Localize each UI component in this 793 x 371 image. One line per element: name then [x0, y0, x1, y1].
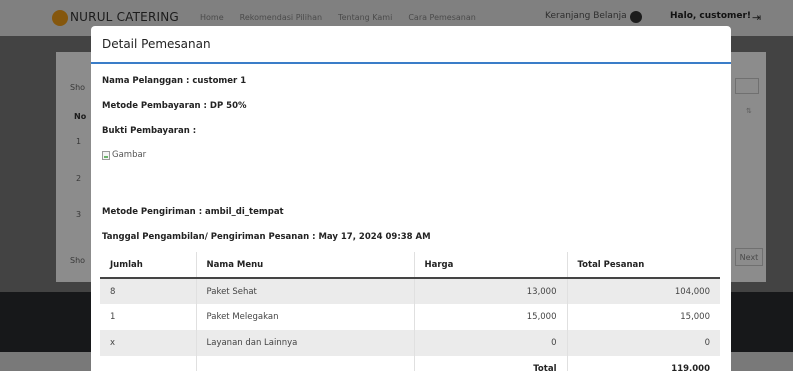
- payment-method: Metode Pembayaran : DP 50%: [102, 101, 247, 111]
- cell-total: 104,000: [566, 278, 720, 304]
- customer-name: Nama Pelanggan : customer 1: [102, 76, 247, 86]
- pickup-date: Tanggal Pengambilan/ Pengiriman Pesanan …: [102, 232, 431, 242]
- cell-total: 0: [566, 330, 720, 356]
- column-header-menu: Nama Menu: [195, 252, 414, 279]
- cell-total: 15,000: [566, 304, 720, 330]
- table-row: 1 Paket Melegakan 15,000 15,000: [100, 304, 720, 330]
- cell-quantity: 8: [100, 278, 196, 304]
- total-label: Total: [413, 356, 567, 371]
- column-header-quantity: Jumlah: [100, 252, 196, 279]
- table-header-row: Jumlah Nama Menu Harga Total Pesanan: [100, 252, 720, 279]
- order-items-table: Jumlah Nama Menu Harga Total Pesanan 8 P…: [100, 252, 720, 371]
- cell-price: 13,000: [413, 278, 567, 304]
- column-header-total: Total Pesanan: [566, 252, 720, 279]
- cell-menu: Paket Sehat: [195, 278, 414, 304]
- image-alt-text: Gambar: [112, 150, 147, 160]
- table-row: x Layanan dan Lainnya 0 0: [100, 330, 720, 356]
- cell-price: 0: [413, 330, 567, 356]
- modal-header: Detail Pemesanan: [91, 26, 731, 64]
- cell-quantity: x: [100, 330, 196, 356]
- broken-image-icon: [102, 150, 110, 160]
- cell-menu: Paket Melegakan: [195, 304, 414, 330]
- cell-quantity: 1: [110, 312, 116, 322]
- order-detail-modal: Detail Pemesanan Nama Pelanggan : custom…: [91, 26, 731, 371]
- table-total-row: Total 119,000: [100, 356, 720, 371]
- shipping-method: Metode Pengiriman : ambil_di_tempat: [102, 207, 284, 217]
- payment-proof-image[interactable]: Gambar: [102, 150, 146, 160]
- cell-menu: Layanan dan Lainnya: [195, 330, 414, 356]
- table-row: 8 Paket Sehat 13,000 104,000: [100, 278, 720, 304]
- cell-price: 15,000: [413, 304, 567, 330]
- column-header-price: Harga: [413, 252, 567, 279]
- total-value: 119,000: [566, 356, 720, 371]
- modal-title: Detail Pemesanan: [102, 37, 211, 51]
- payment-proof-label: Bukti Pembayaran :: [102, 126, 197, 136]
